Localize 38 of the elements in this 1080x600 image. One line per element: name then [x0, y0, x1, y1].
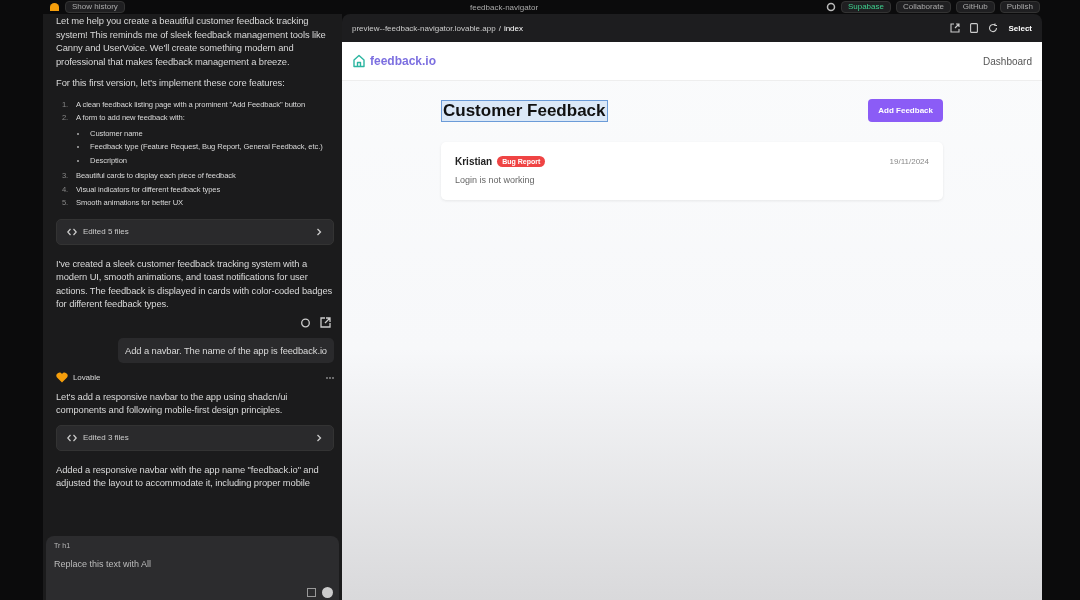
refresh-icon[interactable] — [988, 23, 999, 33]
message-text: Let me help you create a beautiful customer feedback tracking system! This reminds me of sleek feedback management tools like Canny and UserVoice. We'll create something modern and professional that makes feedback management a breeze. — [56, 14, 327, 68]
route-dropdown[interactable]: index — [503, 23, 523, 33]
code-icon — [67, 227, 77, 236]
code-icon — [67, 433, 77, 442]
dashboard-link[interactable]: Dashboard — [983, 55, 1032, 67]
project-name[interactable]: feedback-navigator — [470, 2, 539, 12]
message-text: Let's add a responsive navbar to the app using shadcn/ui components and following mobile-first design principles. — [56, 389, 289, 417]
url-text: preview--feedback-navigator.lovable.app — [352, 23, 496, 33]
message-text: Added a responsive navbar with the app name "feedback.io" and adjusted the layout to accommodate it, including proper mobile — [56, 462, 320, 490]
external-link-icon[interactable] — [950, 23, 961, 33]
path-separator: / — [498, 23, 501, 33]
customer-name: Kristian — [455, 156, 493, 167]
chevron-right-icon — [315, 433, 323, 442]
heart-icon — [56, 372, 68, 384]
chevron-right-icon — [315, 227, 323, 236]
edited-files-button[interactable]: Edited 5 files — [56, 218, 334, 245]
home-icon — [352, 54, 366, 68]
github-button[interactable]: GitHub — [955, 1, 995, 13]
page-heading: Customer Feedback — [441, 99, 608, 122]
message-text: For this first version, let's implement these core features: — [56, 76, 286, 90]
image-icon[interactable] — [307, 588, 316, 597]
feedback-text: Login is not working — [455, 175, 536, 185]
feedback-date: 19/11/2024 — [889, 157, 929, 166]
brand-name[interactable]: feedback.io — [370, 54, 437, 68]
collaborate-button[interactable]: Collaborate — [895, 1, 951, 13]
publish-button[interactable]: Publish — [999, 1, 1040, 13]
supabase-button[interactable]: Supabase — [840, 1, 891, 13]
author-name: Lovable — [73, 372, 101, 384]
add-feedback-button[interactable]: Add Feedback — [868, 99, 943, 122]
edited-files-button[interactable]: Edited 3 files — [56, 424, 334, 451]
user-message: Add a navbar. The name of the app is feedback.io — [118, 337, 334, 363]
select-button[interactable]: Select — [1008, 23, 1032, 33]
external-link-icon[interactable] — [320, 316, 331, 328]
phone-icon[interactable] — [970, 23, 979, 33]
history-button[interactable]: Show history — [65, 1, 125, 13]
message-input[interactable]: Replace this text with All — [54, 559, 331, 569]
message-text: I've created a sleek customer feedback tracking system with a modern UI, smooth animations, and toast notifications for user actions. The feedback is displayed in cards with color-coded badges for different feedback types. — [56, 256, 334, 311]
